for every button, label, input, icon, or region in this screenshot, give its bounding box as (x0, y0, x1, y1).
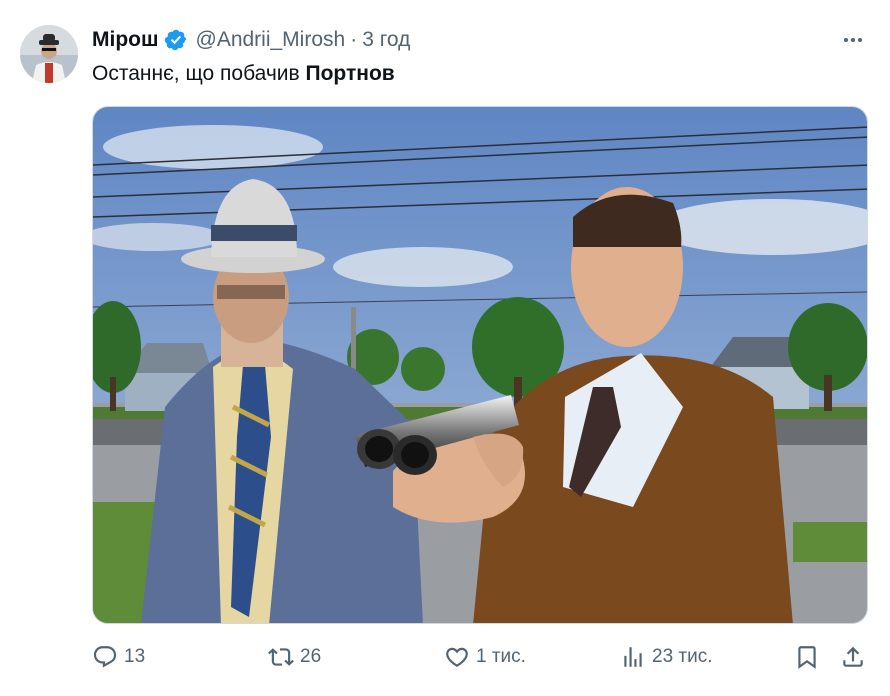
like-count: 1 тис. (476, 646, 526, 667)
tweet-header: Мірош @Andrii_Mirosh · 3 год (92, 26, 410, 54)
views-count: 23 тис. (652, 646, 713, 667)
like-icon (444, 644, 470, 670)
avatar[interactable] (20, 25, 78, 83)
repost-icon (268, 644, 294, 670)
tweet-text-bold: Портнов (305, 62, 395, 85)
share-button[interactable] (840, 640, 866, 674)
bookmark-button[interactable] (794, 640, 820, 674)
views-button[interactable]: 23 тис. (620, 640, 713, 674)
author-handle[interactable]: @Andrii_Mirosh (196, 28, 346, 52)
views-icon (620, 644, 646, 670)
tweet-text-regular: Останнє, що побачив (92, 62, 306, 85)
repost-count: 26 (300, 646, 322, 667)
more-icon[interactable] (838, 26, 868, 54)
share-icon (840, 644, 866, 670)
reply-count: 13 (124, 646, 146, 667)
reply-button[interactable]: 13 (92, 640, 145, 674)
tweet[interactable]: Мірош @Andrii_Mirosh · 3 год Останнє, що… (0, 0, 890, 696)
verified-badge-icon (164, 28, 188, 52)
bookmark-icon (794, 644, 820, 670)
reply-icon (92, 644, 118, 670)
separator-dot: · (350, 28, 358, 51)
tweet-image[interactable] (92, 106, 868, 624)
tweet-text: Останнє, що побачив Портнов (92, 60, 395, 88)
action-bar: 13 26 1 тис. 23 тис. (92, 640, 868, 674)
repost-button[interactable]: 26 (268, 640, 321, 674)
author-name[interactable]: Мірош (92, 28, 159, 52)
like-button[interactable]: 1 тис. (444, 640, 526, 674)
timestamp[interactable]: 3 год (362, 28, 410, 52)
